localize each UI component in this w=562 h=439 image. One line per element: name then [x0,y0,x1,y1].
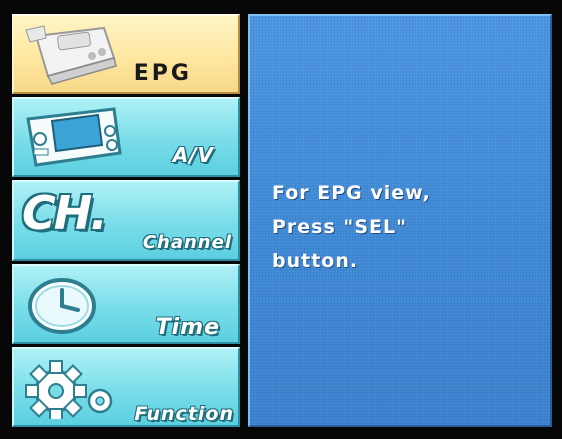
help-message: For EPG view, Press "SEL" button. [272,176,542,278]
menu-item-label: EPG [133,61,192,87]
clock-icon [28,277,96,334]
help-line: button. [272,250,359,272]
menu-item-label: Function [134,403,234,426]
epg-menu-screen: EPG A/V CH. Channel Time Function For EP… [0,0,562,439]
menu-item-label: Time [155,314,220,340]
menu-item-function[interactable]: Function [12,346,240,428]
menu-item-label: A/V [172,143,214,168]
sidebar-menu: EPG A/V CH. Channel Time Function [12,14,240,428]
menu-item-label: Channel [142,231,232,253]
tv-remote-icon [25,25,117,85]
menu-item-time[interactable]: Time [12,263,240,344]
menu-item-channel[interactable]: CH. Channel [12,180,240,261]
menu-item-av[interactable]: A/V [12,97,240,178]
help-line: Press "SEL" [272,216,407,238]
menu-item-epg[interactable]: EPG [12,14,240,95]
ch-icon: CH. [22,186,108,241]
info-panel: For EPG view, Press "SEL" button. [248,14,552,427]
help-line: For EPG view, [272,182,431,204]
handheld-tv-icon [26,107,122,167]
gears-icon [25,359,113,419]
